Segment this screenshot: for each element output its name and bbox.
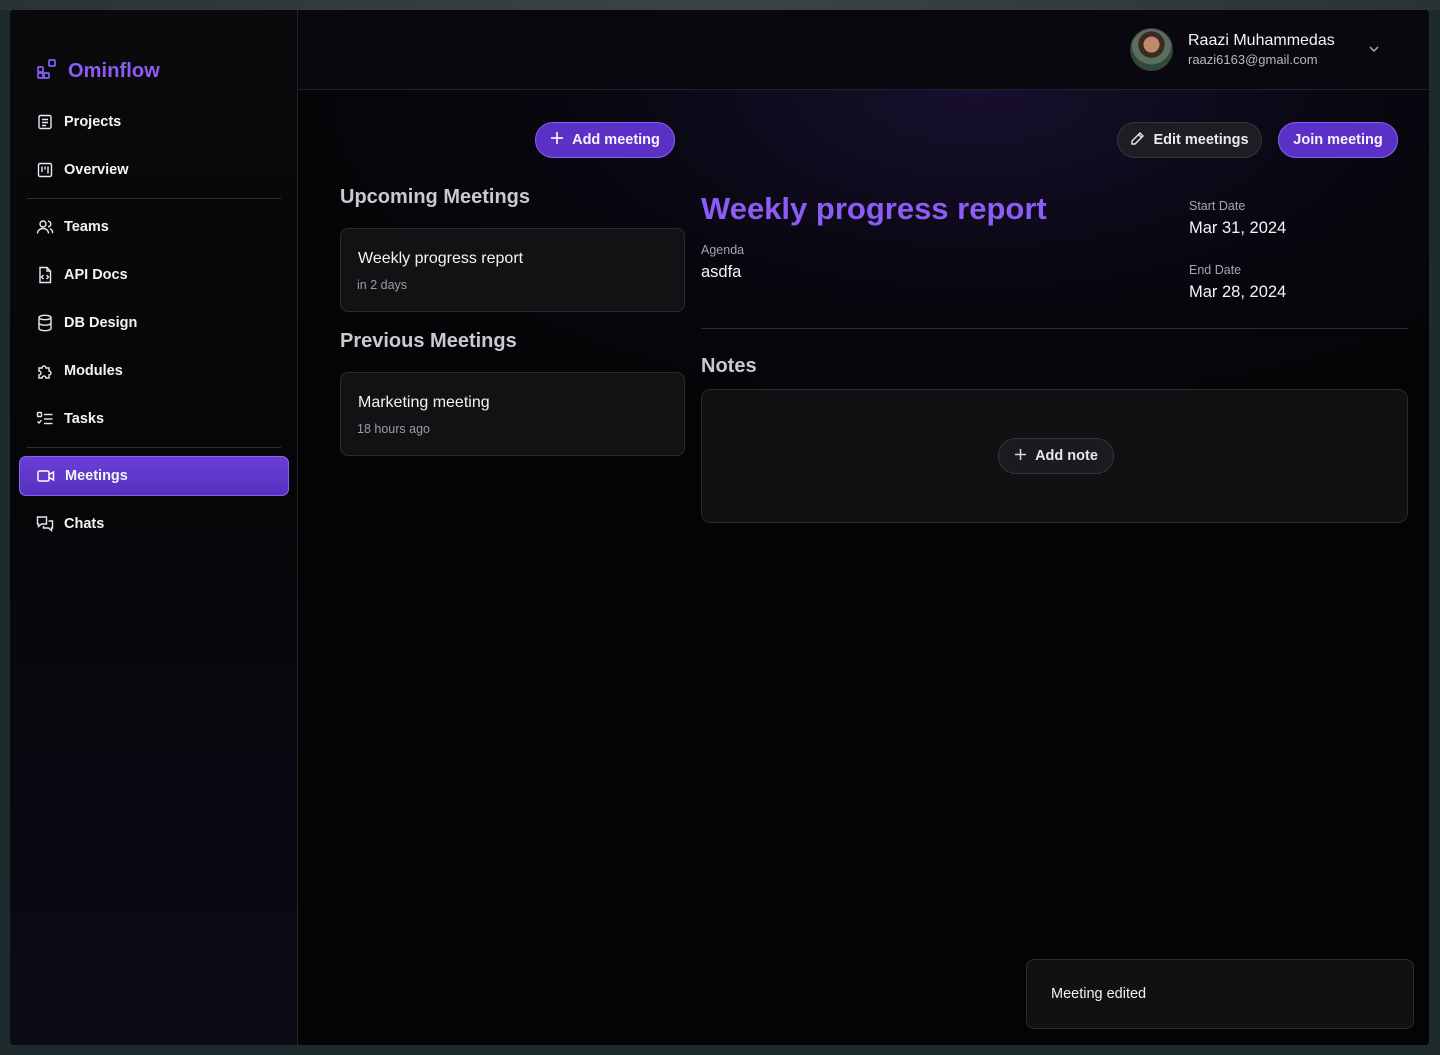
logo-blocks-icon bbox=[36, 58, 58, 85]
sidebar-item-overview[interactable]: Overview bbox=[19, 150, 289, 190]
video-camera-icon bbox=[37, 467, 55, 485]
user-name: Raazi Muhammedas bbox=[1188, 32, 1335, 49]
end-date-value: Mar 28, 2024 bbox=[1189, 283, 1287, 301]
app-window: Ominflow Projects Overview Teams API Doc… bbox=[10, 10, 1429, 1045]
meeting-card-title: Weekly progress report bbox=[358, 250, 524, 267]
sidebar-divider bbox=[27, 447, 281, 448]
sidebar-item-label: Overview bbox=[64, 162, 129, 178]
toast-message: Meeting edited bbox=[1051, 986, 1147, 1002]
meeting-card[interactable]: Marketing meeting 18 hours ago bbox=[340, 372, 685, 456]
user-email: raazi6163@gmail.com bbox=[1188, 52, 1318, 67]
checklist-icon bbox=[36, 410, 54, 428]
kanban-board-icon bbox=[36, 161, 54, 179]
sidebar-item-modules[interactable]: Modules bbox=[19, 351, 289, 391]
chevron-down-icon[interactable] bbox=[1365, 40, 1383, 58]
window-top-strip bbox=[0, 0, 1440, 10]
edit-meetings-button[interactable]: Edit meetings bbox=[1117, 122, 1262, 158]
avatar[interactable] bbox=[1130, 28, 1173, 71]
meeting-card-time: 18 hours ago bbox=[357, 422, 430, 436]
start-date-label: Start Date bbox=[1189, 199, 1246, 213]
end-date-label: End Date bbox=[1189, 263, 1242, 277]
sidebar-item-label: Modules bbox=[64, 363, 123, 379]
join-meeting-button[interactable]: Join meeting bbox=[1278, 122, 1398, 158]
start-date-value: Mar 31, 2024 bbox=[1189, 219, 1287, 237]
sidebar: Ominflow Projects Overview Teams API Doc… bbox=[10, 10, 298, 1045]
notes-panel: Add note bbox=[701, 389, 1408, 523]
top-header: Raazi Muhammedas raazi6163@gmail.com bbox=[298, 10, 1429, 90]
users-icon bbox=[36, 218, 54, 236]
sidebar-item-projects[interactable]: Projects bbox=[19, 102, 289, 142]
add-meeting-label: Add meeting bbox=[572, 132, 660, 148]
notes-title: Notes bbox=[701, 355, 757, 377]
meeting-detail-title: Weekly progress report bbox=[701, 191, 1047, 226]
toast-notification: Meeting edited bbox=[1026, 959, 1414, 1029]
sidebar-item-meetings[interactable]: Meetings bbox=[19, 456, 289, 496]
agenda-value: asdfa bbox=[701, 263, 742, 281]
add-note-button[interactable]: Add note bbox=[998, 438, 1114, 474]
sidebar-item-label: Teams bbox=[64, 219, 109, 235]
detail-divider bbox=[701, 328, 1408, 329]
sidebar-item-teams[interactable]: Teams bbox=[19, 207, 289, 247]
chat-bubbles-icon bbox=[36, 515, 54, 533]
database-icon bbox=[36, 314, 54, 332]
sidebar-item-label: API Docs bbox=[64, 267, 128, 283]
sidebar-item-label: DB Design bbox=[64, 315, 138, 331]
plus-icon bbox=[550, 131, 564, 149]
sidebar-item-api-docs[interactable]: API Docs bbox=[19, 255, 289, 295]
document-list-icon bbox=[36, 113, 54, 131]
sidebar-item-tasks[interactable]: Tasks bbox=[19, 399, 289, 439]
upcoming-meetings-title: Upcoming Meetings bbox=[340, 186, 531, 208]
previous-meetings-title: Previous Meetings bbox=[340, 330, 517, 352]
pencil-icon bbox=[1130, 131, 1145, 150]
add-note-label: Add note bbox=[1035, 448, 1098, 464]
add-meeting-button[interactable]: Add meeting bbox=[535, 122, 675, 158]
meeting-card-title: Marketing meeting bbox=[358, 394, 490, 411]
sidebar-item-label: Chats bbox=[64, 516, 105, 532]
agenda-label: Agenda bbox=[701, 243, 745, 257]
app-logo[interactable]: Ominflow bbox=[36, 58, 160, 84]
meeting-card-time: in 2 days bbox=[357, 278, 408, 292]
sidebar-item-label: Meetings bbox=[65, 468, 128, 484]
plus-icon bbox=[1014, 448, 1027, 465]
sidebar-item-label: Projects bbox=[64, 114, 122, 130]
sidebar-item-db-design[interactable]: DB Design bbox=[19, 303, 289, 343]
meetings-page: Add meeting Edit meetings Join meeting U… bbox=[298, 90, 1429, 1045]
sidebar-divider bbox=[27, 198, 281, 199]
app-name: Ominflow bbox=[68, 59, 160, 82]
puzzle-icon bbox=[36, 362, 54, 380]
meeting-card[interactable]: Weekly progress report in 2 days bbox=[340, 228, 685, 312]
edit-meetings-label: Edit meetings bbox=[1153, 132, 1249, 148]
sidebar-item-label: Tasks bbox=[64, 411, 105, 427]
code-file-icon bbox=[36, 266, 54, 284]
sidebar-item-chats[interactable]: Chats bbox=[19, 504, 289, 544]
join-meeting-label: Join meeting bbox=[1293, 132, 1383, 148]
